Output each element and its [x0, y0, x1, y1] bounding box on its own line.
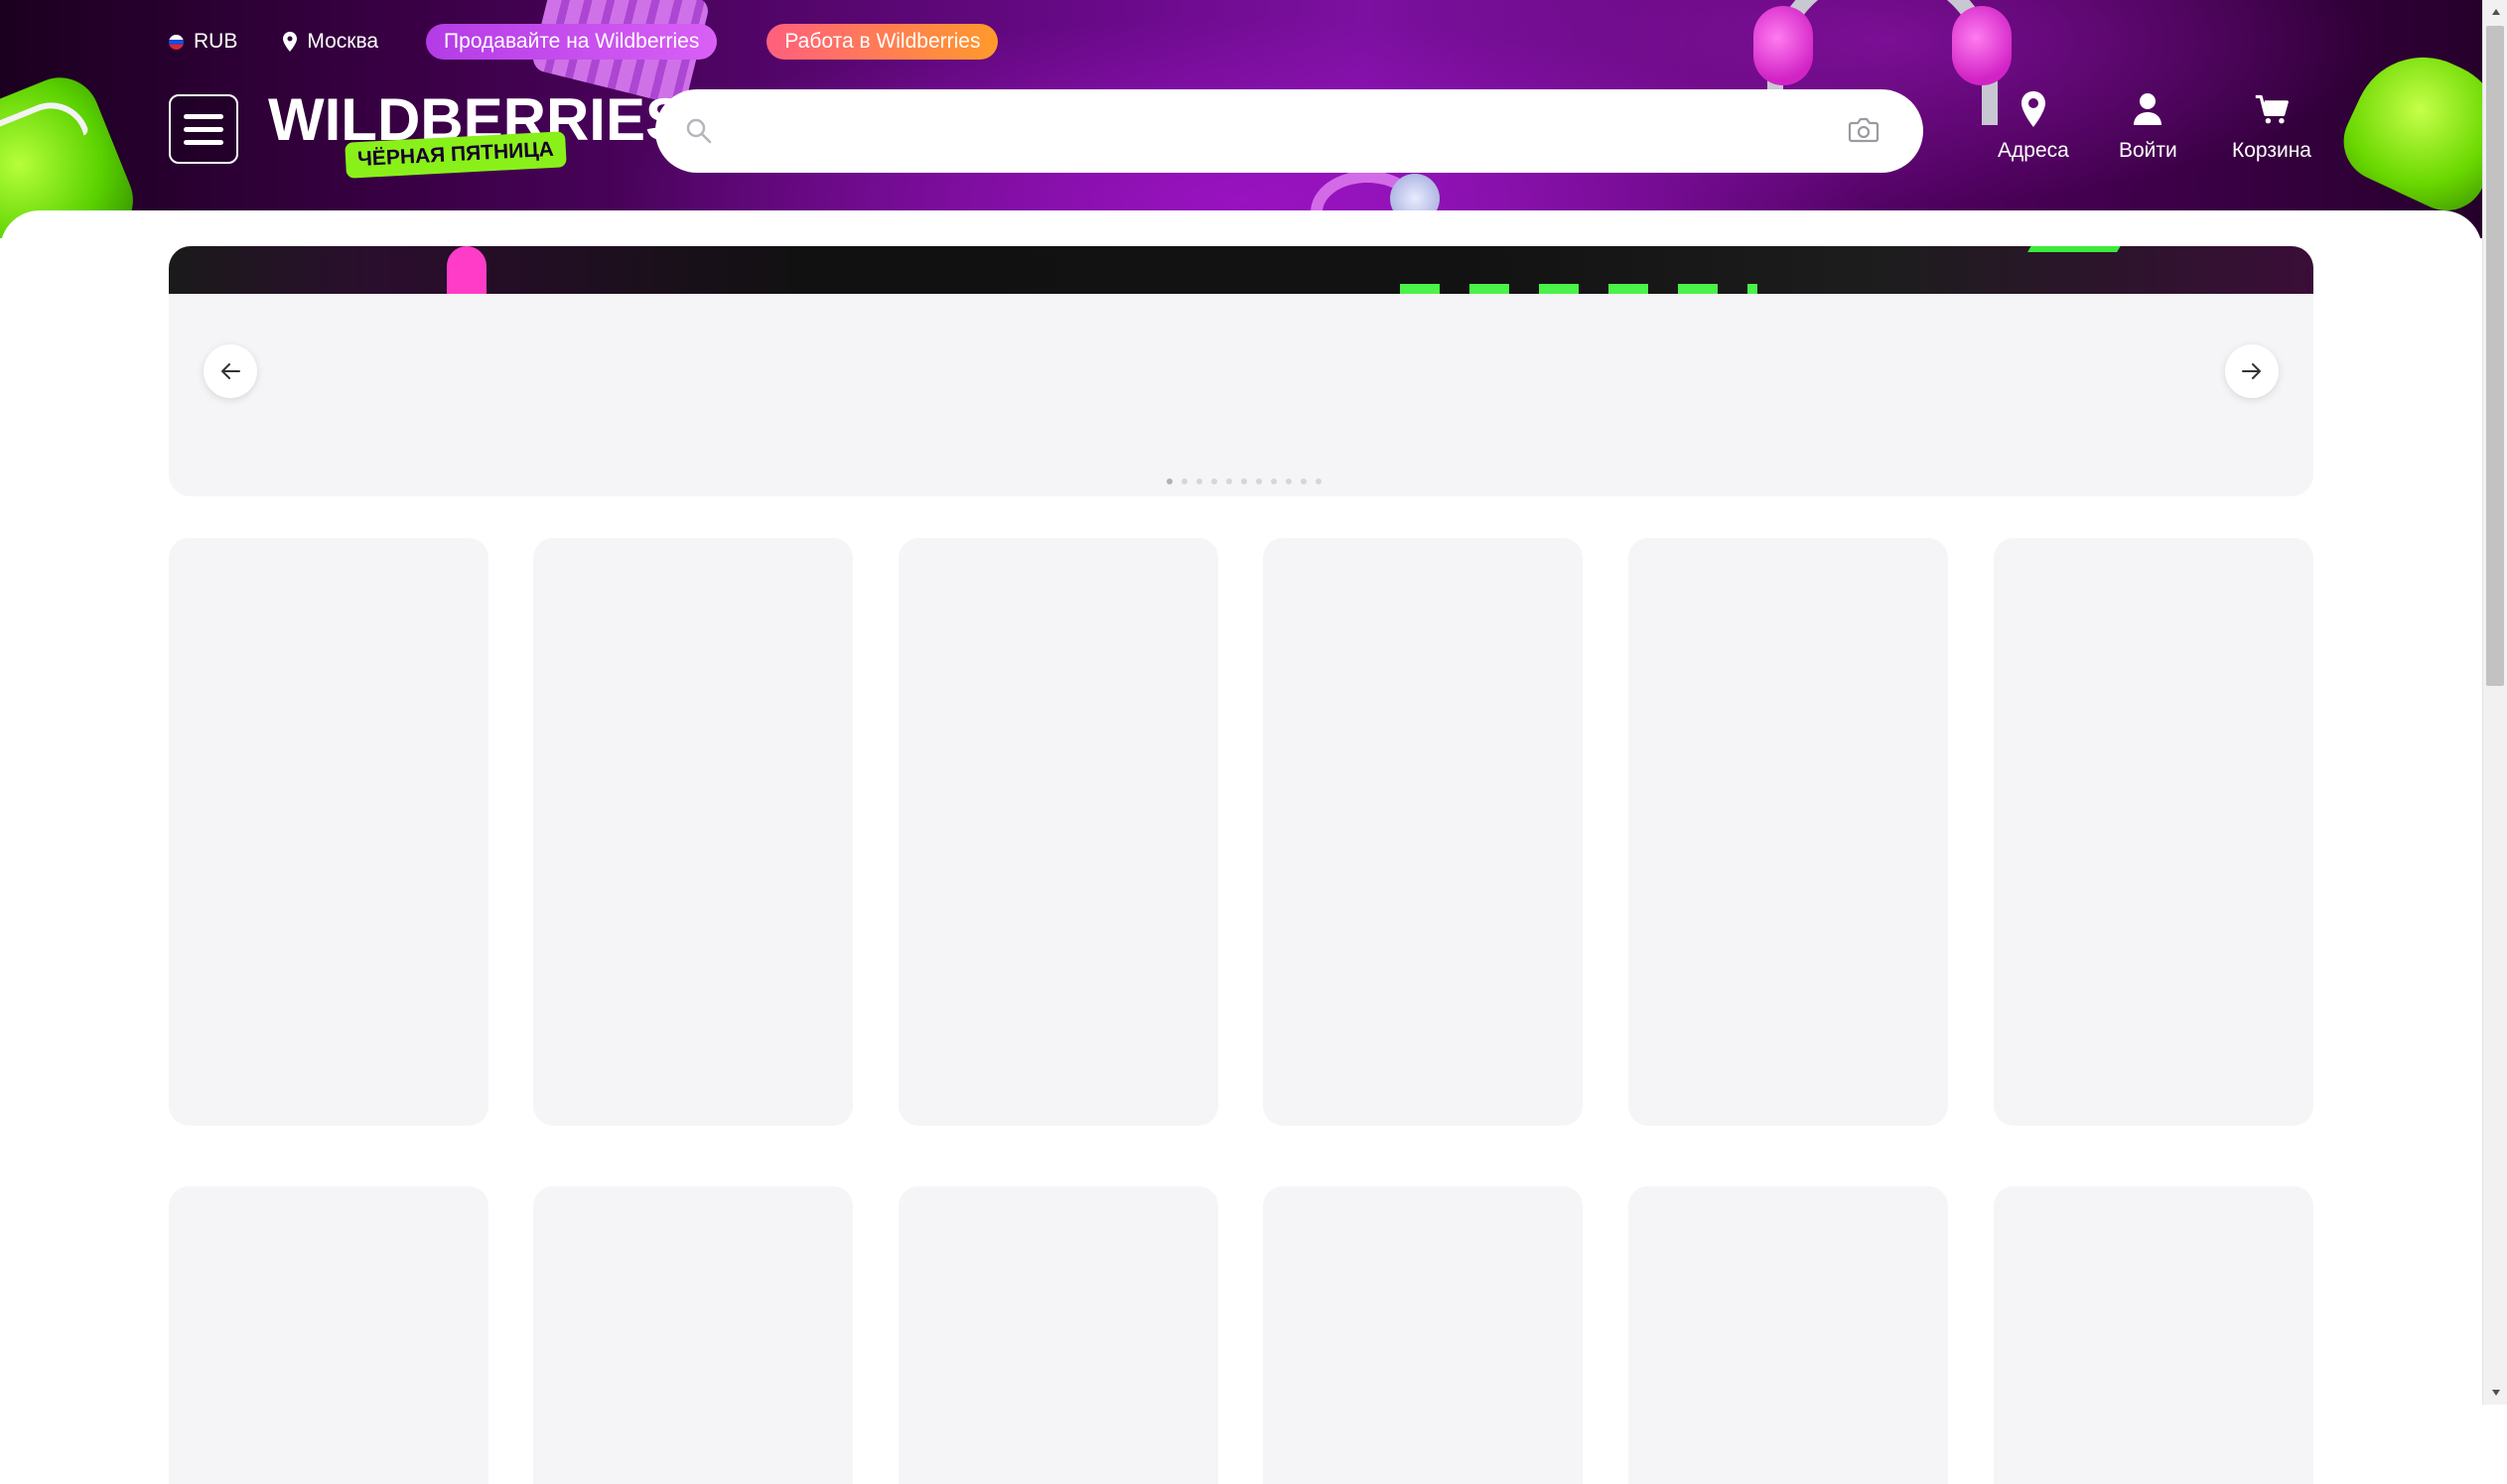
product-card-skeleton — [1628, 1186, 1948, 1484]
product-card-skeleton — [169, 1186, 488, 1484]
search-input[interactable] — [725, 89, 1821, 175]
product-card-skeleton — [1263, 538, 1583, 1126]
product-card-skeleton — [1994, 538, 2313, 1126]
arrow-left-icon — [221, 363, 240, 379]
chevron-up-icon — [2491, 9, 2500, 15]
banner-decor — [1400, 284, 1757, 294]
chevron-down-icon — [2491, 1390, 2500, 1396]
sell-on-wildberries-link[interactable]: Продавайте на Wildberries — [426, 24, 718, 60]
scroll-up-button[interactable] — [2483, 0, 2507, 24]
page-scrollbar[interactable] — [2482, 0, 2507, 1405]
carousel-dot[interactable] — [1256, 478, 1262, 484]
product-card-skeleton — [169, 538, 488, 1126]
banner-decor — [2000, 246, 2121, 300]
main-content — [0, 210, 2482, 1484]
menu-icon-line — [184, 113, 223, 119]
carousel-dot[interactable] — [1182, 478, 1187, 484]
location-pin-icon — [283, 32, 298, 52]
currency-label: RUB — [194, 30, 238, 53]
product-card-skeleton — [899, 1186, 1218, 1484]
cart-link[interactable]: Корзина — [2232, 89, 2311, 163]
carousel-dot[interactable] — [1167, 478, 1173, 484]
site-logo[interactable]: WILDBERRIES ЧЁРНАЯ ПЯТНИЦА — [268, 85, 685, 179]
banner-image-loading — [169, 246, 2313, 300]
camera-icon[interactable] — [1848, 115, 1880, 145]
location-pin-icon — [2020, 91, 2045, 127]
search-icon — [686, 118, 712, 144]
login-link[interactable]: Войти — [2119, 89, 2177, 163]
carousel-dot[interactable] — [1211, 478, 1217, 484]
flag-ru-icon — [169, 34, 184, 50]
addresses-label: Адреса — [1998, 139, 2069, 162]
city-label: Москва — [307, 30, 379, 53]
product-card-skeleton — [899, 538, 1218, 1126]
banner-decor — [447, 246, 487, 294]
cart-label: Корзина — [2232, 139, 2311, 162]
decor-green-object-right — [2330, 34, 2482, 224]
carousel-dot[interactable] — [1316, 478, 1322, 484]
addresses-link[interactable]: Адреса — [1998, 89, 2069, 163]
site-header: RUB Москва Продавайте на Wildberries Раб… — [0, 0, 2482, 238]
carousel-dot[interactable] — [1286, 478, 1292, 484]
product-card-skeleton — [1628, 538, 1948, 1126]
work-at-wildberries-link[interactable]: Работа в Wildberries — [766, 24, 999, 60]
menu-button[interactable] — [169, 94, 238, 164]
carousel-pagination — [1167, 478, 1322, 484]
carousel-dot[interactable] — [1226, 478, 1232, 484]
carousel-dot[interactable] — [1301, 478, 1307, 484]
carousel-dot[interactable] — [1196, 478, 1202, 484]
currency-selector[interactable]: RUB — [169, 30, 237, 54]
cart-icon — [2255, 94, 2289, 124]
menu-icon-line — [184, 126, 223, 132]
scrollbar-thumb[interactable] — [2486, 26, 2504, 686]
product-card-skeleton — [1994, 1186, 2313, 1484]
carousel-prev-button[interactable] — [204, 344, 257, 398]
city-selector[interactable]: Москва — [283, 30, 378, 54]
user-icon — [2134, 93, 2162, 125]
carousel-next-button[interactable] — [2225, 344, 2279, 398]
product-card-skeleton — [533, 1186, 853, 1484]
product-card-skeleton — [1263, 1186, 1583, 1484]
login-label: Войти — [2119, 139, 2177, 162]
product-card-skeleton — [533, 538, 853, 1126]
menu-icon-line — [184, 139, 223, 145]
search-bar — [655, 89, 1923, 175]
promo-carousel[interactable] — [169, 246, 2313, 496]
top-bar: RUB Москва Продавайте на Wildberries Раб… — [169, 22, 999, 62]
scroll-down-button[interactable] — [2483, 1381, 2507, 1405]
carousel-dot[interactable] — [1271, 478, 1277, 484]
carousel-dot[interactable] — [1241, 478, 1247, 484]
arrow-right-icon — [2242, 363, 2261, 379]
